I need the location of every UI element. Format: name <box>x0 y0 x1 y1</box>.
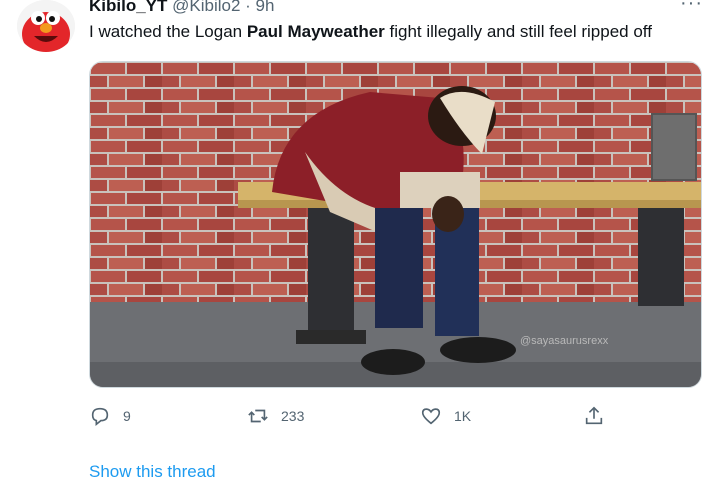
like-button[interactable]: 1K <box>420 405 471 427</box>
tweet-actions: 9 233 1K <box>89 405 649 435</box>
show-thread-link[interactable]: Show this thread <box>89 462 216 482</box>
retweet-count: 233 <box>281 408 305 424</box>
tweet-media-image[interactable]: @sayasaurusrexx <box>89 61 702 388</box>
tweet-text-part-2: fight illegally and still feel ripped of… <box>384 22 652 41</box>
author-name[interactable]: Kibilo_YT <box>89 0 167 15</box>
ellipsis-icon[interactable]: ··· <box>680 0 703 15</box>
tweet-text: I watched the Logan Paul Mayweather figh… <box>89 22 652 42</box>
man-on-bench-photo: @sayasaurusrexx <box>90 62 701 387</box>
share-icon <box>585 406 603 425</box>
reply-icon <box>91 407 109 426</box>
tweet-text-bold: Paul Mayweather <box>246 22 385 41</box>
retweet-button[interactable]: 233 <box>247 405 304 427</box>
heart-icon <box>421 408 441 425</box>
tweet-timestamp[interactable]: · 9h <box>245 0 274 15</box>
tweet-text-part-1: I watched the Logan <box>89 22 247 41</box>
share-button[interactable] <box>583 405 605 427</box>
retweet-icon <box>248 409 268 423</box>
tweet-header: Kibilo_YT @Kibilo2 · 9h <box>89 0 274 16</box>
avatar[interactable] <box>17 0 75 52</box>
reply-button[interactable]: 9 <box>89 405 131 427</box>
reply-count: 9 <box>123 408 131 424</box>
like-count: 1K <box>454 408 472 424</box>
author-handle[interactable]: @Kibilo2 <box>172 0 240 15</box>
elmo-avatar-image <box>17 0 75 52</box>
image-watermark: @sayasaurusrexx <box>520 335 609 347</box>
